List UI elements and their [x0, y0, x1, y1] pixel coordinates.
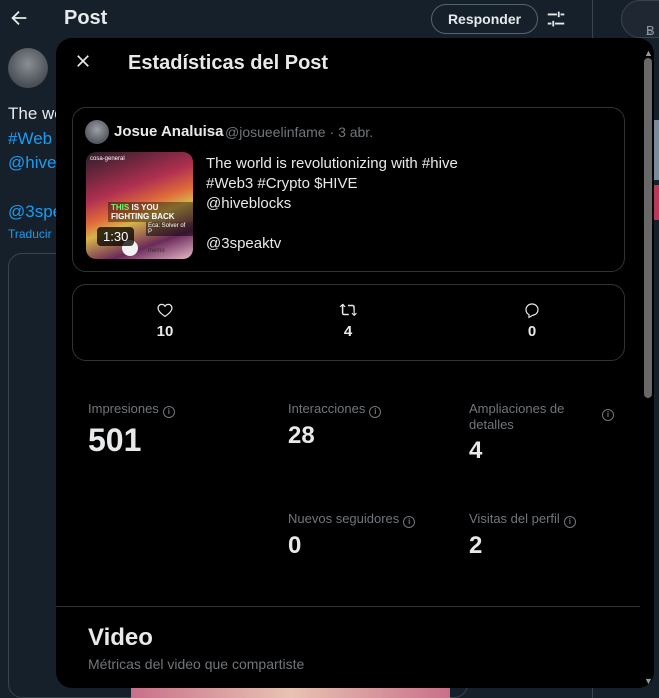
section-divider — [56, 606, 640, 607]
metric-label: Interacciones — [288, 401, 366, 416]
video-duration-badge: 1:30 — [97, 227, 135, 246]
metric-label: Nuevos seguidores — [288, 511, 400, 526]
metric-value: 2 — [469, 532, 483, 559]
search-input[interactable]: ⌕ B — [621, 0, 659, 38]
repost-icon — [339, 303, 357, 317]
metric-label: Ampliaciones de detalles — [469, 401, 565, 432]
scrollbar-thumb[interactable] — [644, 58, 652, 398]
reposts-count: 4 — [343, 323, 353, 340]
info-icon[interactable]: i — [162, 406, 175, 418]
metric-profile-visits: Visitas del perfil i 2 — [469, 511, 614, 560]
avatar[interactable] — [8, 48, 48, 88]
post-date: 3 abr. — [338, 124, 374, 140]
modal-title: Estadísticas del Post — [128, 52, 329, 74]
metric-impressions: Impresiones i 501 — [88, 401, 268, 459]
thumbnail-headline: THIS IS YOU FIGHTING BACK — [108, 202, 193, 222]
quoted-post-text: The world is revolutionizing with #hive … — [206, 155, 458, 252]
info-icon[interactable]: i — [369, 406, 382, 418]
separator: · — [329, 124, 335, 140]
metric-new-followers: Nuevos seguidores i 0 — [288, 511, 458, 560]
quoted-post[interactable]: Josue Analuisa @josueelinfame · 3 abr. c… — [72, 107, 625, 272]
author-avatar — [85, 120, 109, 144]
reply-button[interactable]: Responder — [431, 4, 538, 34]
heart-icon — [157, 303, 173, 318]
metric-value: 501 — [88, 422, 142, 458]
video-section-subtitle: Métricas del video que compartiste — [88, 656, 305, 672]
post-mention-link-2[interactable]: @3spe — [8, 202, 62, 222]
translate-link[interactable]: Traducir — [8, 227, 52, 241]
close-icon[interactable] — [74, 52, 92, 70]
info-icon[interactable]: i — [602, 409, 614, 421]
post-stats-modal: Estadísticas del Post Josue Analuisa @jo… — [56, 38, 654, 688]
thumbnail-memo: memo — [148, 248, 165, 254]
scroll-up-icon[interactable]: ▲ — [644, 48, 653, 58]
metric-detail-expands: Ampliaciones de detalles i 4 — [469, 401, 614, 465]
likes-count: 10 — [156, 323, 174, 340]
reply-icon — [525, 303, 539, 319]
engagement-bar: 10 4 0 — [72, 284, 625, 361]
author-handle: @josueelinfame — [225, 124, 326, 140]
metric-value: 4 — [469, 437, 483, 464]
metric-value: 28 — [288, 422, 315, 449]
thumbnail-caption: cosa-general — [90, 156, 125, 162]
page-header: Post Responder — [0, 0, 600, 38]
page-title: Post — [64, 7, 108, 29]
post-hashtag-link[interactable]: #Web — [8, 129, 52, 149]
scroll-down-icon[interactable]: ▼ — [644, 676, 653, 686]
video-thumbnail[interactable]: cosa-general THIS IS YOU FIGHTING BACK E… — [86, 152, 193, 259]
thumbnail-label: Eca: Solver of P — [146, 222, 193, 236]
metric-interactions: Interacciones i 28 — [288, 401, 458, 450]
replies-stat: 0 — [502, 301, 562, 340]
info-icon[interactable]: i — [403, 516, 416, 528]
likes-stat: 10 — [135, 301, 195, 340]
reposts-stat: 4 — [318, 301, 378, 340]
post-mention-link[interactable]: @hive — [8, 153, 56, 173]
replies-count: 0 — [527, 323, 537, 340]
metric-label: Impresiones — [88, 401, 159, 416]
modal-scrollbar[interactable]: ▲ ▼ — [640, 48, 654, 688]
back-arrow-icon[interactable] — [8, 6, 30, 30]
author-handle-date: @josueelinfame · 3 abr. — [225, 124, 373, 140]
metric-label: Visitas del perfil — [469, 511, 560, 526]
author-name: Josue Analuisa — [114, 123, 224, 140]
info-icon[interactable]: i — [563, 516, 576, 528]
tune-icon[interactable] — [545, 8, 567, 30]
video-section-title: Video — [88, 624, 153, 651]
metric-value: 0 — [288, 532, 302, 559]
